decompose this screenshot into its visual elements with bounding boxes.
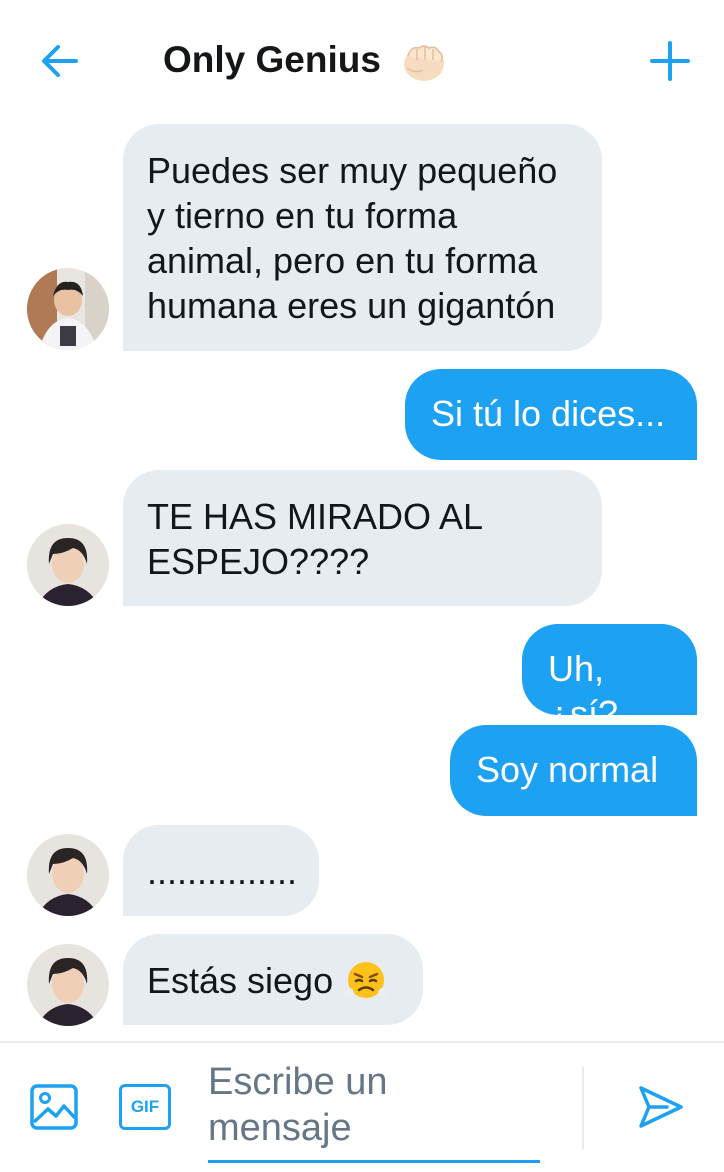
- add-media-button[interactable]: [28, 1082, 80, 1132]
- send-icon: [639, 1086, 683, 1128]
- message-bubble-incoming[interactable]: ...............: [123, 825, 319, 916]
- composer-divider: [0, 1041, 724, 1043]
- avatar[interactable]: [27, 268, 109, 350]
- avatar[interactable]: [27, 944, 109, 1026]
- add-button[interactable]: [644, 36, 696, 86]
- gif-button[interactable]: GIF: [119, 1084, 171, 1130]
- back-button[interactable]: [36, 38, 92, 84]
- conversation-header: Only Genius: [0, 0, 724, 118]
- message-bubble-incoming[interactable]: TE HAS MIRADO AL ESPEJO????: [123, 470, 602, 606]
- dm-conversation-screen: Only Genius Puedes ser muy pequeño y tie…: [0, 0, 724, 1172]
- user-avatar-1: [27, 268, 109, 350]
- user-avatar-2: [27, 944, 109, 1026]
- send-button[interactable]: [637, 1084, 685, 1130]
- composer-separator: [582, 1067, 584, 1149]
- message-bubble-incoming[interactable]: Estás siego: [123, 934, 423, 1025]
- face-with-steam-emoji: [343, 959, 389, 1001]
- plus-icon: [650, 41, 690, 81]
- message-bubble-outgoing[interactable]: Uh, ¿sí?: [522, 624, 697, 734]
- arrow-left-icon: [42, 45, 78, 77]
- message-text: Estás siego: [147, 960, 334, 1001]
- user-avatar-2: [27, 524, 109, 606]
- image-icon: [30, 1084, 78, 1130]
- message-input[interactable]: [208, 1059, 540, 1163]
- message-bubble-incoming[interactable]: Puedes ser muy pequeño y tierno en tu fo…: [123, 124, 602, 351]
- message-bubble-outgoing[interactable]: Si tú lo dices...: [405, 369, 697, 460]
- user-avatar-2: [27, 834, 109, 916]
- conversation-title[interactable]: Only Genius: [163, 36, 381, 84]
- avatar[interactable]: [27, 834, 109, 916]
- avatar[interactable]: [27, 524, 109, 606]
- message-bubble-outgoing[interactable]: Soy normal: [450, 725, 697, 816]
- raised-fist-emoji: [399, 40, 449, 84]
